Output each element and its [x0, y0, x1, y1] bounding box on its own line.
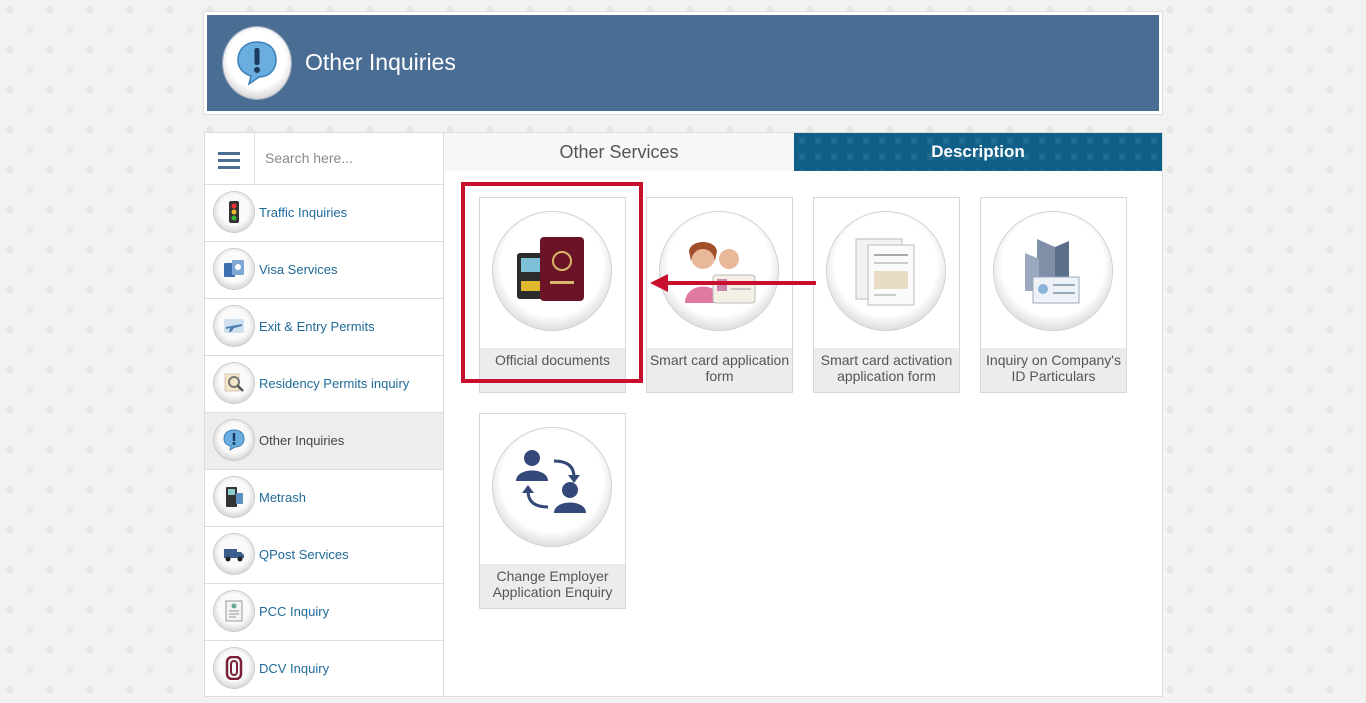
- metrash-kiosk-icon: [214, 477, 254, 517]
- sidebar-item-label: Residency Permits inquiry: [259, 376, 410, 391]
- service-card-smart-card-activation[interactable]: Smart card activation application form: [813, 197, 960, 393]
- search-input[interactable]: [255, 133, 441, 183]
- passports-icon: [214, 249, 254, 289]
- company-building-icon: [994, 212, 1112, 330]
- sidebar-item-visa-services[interactable]: Visa Services: [205, 242, 443, 299]
- search-row: [205, 133, 443, 185]
- sidebar-item-other-inquiries[interactable]: Other Inquiries: [205, 413, 443, 470]
- service-card-label: Inquiry on Company's ID Particulars: [981, 348, 1126, 392]
- people-id-card-icon: [660, 212, 778, 330]
- sidebar-item-metrash[interactable]: Metrash: [205, 470, 443, 527]
- airplane-icon: [214, 306, 254, 346]
- sidebar-item-label: Other Inquiries: [259, 433, 345, 448]
- sidebar-item-residency-permits[interactable]: Residency Permits inquiry: [205, 356, 443, 413]
- sidebar-item-qpost-services[interactable]: QPost Services: [205, 527, 443, 584]
- header-banner: Other Inquiries: [207, 15, 1159, 111]
- service-card-smart-card-application[interactable]: Smart card application form: [646, 197, 793, 393]
- sidebar-item-dcv-inquiry[interactable]: DCV Inquiry: [205, 641, 443, 697]
- services-panel: Other Services Description Official docu…: [444, 132, 1163, 697]
- service-card-company-id-particulars[interactable]: Inquiry on Company's ID Particulars: [980, 197, 1127, 393]
- sidebar-item-label: Exit & Entry Permits: [259, 319, 375, 334]
- sidebar-item-traffic-inquiries[interactable]: Traffic Inquiries: [205, 185, 443, 242]
- hamburger-line-icon: [218, 159, 240, 162]
- change-employer-icon: [493, 428, 611, 546]
- sidebar-item-label: Metrash: [259, 490, 306, 505]
- sidebar-item-label: Visa Services: [259, 262, 338, 277]
- exclamation-bubble-icon: [214, 420, 254, 460]
- service-card-label: Smart card application form: [647, 348, 792, 392]
- sidebar-item-label: QPost Services: [259, 547, 349, 562]
- sidebar-item-pcc-inquiry[interactable]: PCC Inquiry: [205, 584, 443, 641]
- hamburger-line-icon: [218, 152, 240, 155]
- tab-description[interactable]: Description: [794, 133, 1162, 171]
- hamburger-line-icon: [218, 166, 240, 169]
- sidebar-item-label: Traffic Inquiries: [259, 205, 348, 220]
- service-card-official-documents[interactable]: Official documents: [479, 197, 626, 393]
- passport-kiosk-icon: [493, 212, 611, 330]
- service-card-label: Change Employer Application Enquiry: [480, 564, 625, 608]
- dcv-logo-icon: [214, 648, 254, 688]
- service-card-label: Official documents: [480, 348, 625, 392]
- sidebar-item-label: PCC Inquiry: [259, 604, 330, 619]
- sidebar-item-exit-entry-permits[interactable]: Exit & Entry Permits: [205, 299, 443, 356]
- service-card-change-employer[interactable]: Change Employer Application Enquiry: [479, 413, 626, 609]
- exclamation-speech-bubble-icon: [223, 27, 291, 99]
- page-title: Other Inquiries: [305, 49, 456, 75]
- magnifier-document-icon: [214, 363, 254, 403]
- forms-documents-icon: [827, 212, 945, 330]
- sidebar: Traffic Inquiries Visa Services Exit & E…: [204, 132, 444, 697]
- traffic-light-icon: [214, 192, 254, 232]
- certificate-icon: [214, 591, 254, 631]
- hamburger-menu-button[interactable]: [205, 133, 255, 184]
- delivery-truck-icon: [214, 534, 254, 574]
- service-card-label: Smart card activation application form: [814, 348, 959, 392]
- sidebar-item-label: DCV Inquiry: [259, 661, 330, 676]
- page-header: Other Inquiries: [203, 11, 1163, 115]
- tab-other-services[interactable]: Other Services: [444, 133, 794, 171]
